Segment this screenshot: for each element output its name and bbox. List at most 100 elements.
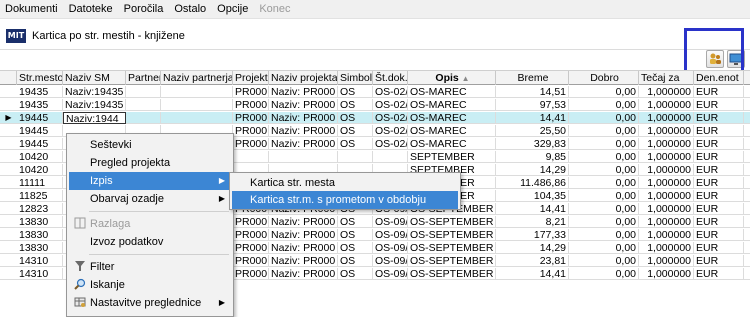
cell-breme[interactable]: 14,29 [496, 242, 569, 254]
cell-tecaj[interactable]: 1,000000 [639, 216, 694, 228]
cell-partner[interactable] [126, 99, 161, 111]
col-str-mesto[interactable]: Str.mesto [17, 71, 63, 85]
cell-den[interactable]: EUR [694, 125, 744, 137]
cell-projekt[interactable]: PR000 [233, 86, 269, 98]
col-dobro[interactable]: Dobro [569, 71, 639, 85]
cell-sm[interactable]: 19445 [17, 138, 63, 150]
cell-stdok[interactable]: OS-09/ [373, 255, 408, 267]
cell-tecaj[interactable]: 1,000000 [639, 268, 694, 280]
col-naziv-sm[interactable]: Naziv SM [63, 71, 126, 85]
cell-dobro[interactable]: 0,00 [569, 151, 639, 163]
cell-sm[interactable]: 19435 [17, 86, 63, 98]
cell-opis[interactable]: OS-MAREC [408, 112, 496, 124]
cell-breme[interactable]: 329,83 [496, 138, 569, 150]
cell-den[interactable]: EUR [694, 177, 744, 189]
cell-breme[interactable]: 104,35 [496, 190, 569, 202]
cell-dobro[interactable]: 0,00 [569, 138, 639, 150]
cell-dobro[interactable]: 0,00 [569, 112, 639, 124]
cell-projekt[interactable]: PR000 [233, 138, 269, 150]
cell-sm[interactable]: 19445 [17, 125, 63, 137]
cell-breme[interactable]: 9,85 [496, 151, 569, 163]
ctx-razlaga[interactable]: Razlaga [69, 215, 231, 233]
cell-partner[interactable] [126, 86, 161, 98]
cell-naziv-partnerja[interactable] [161, 86, 233, 98]
cell-den[interactable]: EUR [694, 203, 744, 215]
cell-naziv-projekta[interactable]: Naziv: PR000 [269, 86, 338, 98]
cell-breme[interactable]: 14,41 [496, 112, 569, 124]
cell-projekt[interactable]: PR000 [233, 112, 269, 124]
col-breme[interactable]: Breme [496, 71, 569, 85]
ctx-izpis[interactable]: Izpis ▶ [69, 172, 231, 190]
cell-opis[interactable]: OS-MAREC [408, 86, 496, 98]
col-tecaj[interactable]: Tečaj za [639, 71, 694, 85]
cell-naziv-projekta[interactable] [269, 151, 338, 163]
cell-simbol[interactable]: OS [338, 125, 373, 137]
cell-tecaj[interactable]: 1,000000 [639, 229, 694, 241]
cell-breme[interactable]: 177,33 [496, 229, 569, 241]
col-naziv-projekta[interactable]: Naziv projekta [269, 71, 338, 85]
cell-opis[interactable]: OS-SEPTEMBER [408, 242, 496, 254]
cell-dobro[interactable]: 0,00 [569, 216, 639, 228]
cell-naziv-sm[interactable]: Naziv:19435 [63, 99, 126, 111]
cell-sm[interactable]: 10420 [17, 164, 63, 176]
cell-stdok[interactable]: OS-09/ [373, 242, 408, 254]
cell-simbol[interactable] [338, 151, 373, 163]
cell-den[interactable]: EUR [694, 138, 744, 150]
cell-naziv-partnerja[interactable] [161, 99, 233, 111]
cell-naziv-sm[interactable]: Naziv:1944 [63, 112, 126, 124]
cell-sm[interactable]: 19435 [17, 99, 63, 111]
cell-den[interactable]: EUR [694, 151, 744, 163]
cell-sm[interactable]: 11825 [17, 190, 63, 202]
cell-stdok[interactable]: OS-02/ [373, 125, 408, 137]
cell-breme[interactable]: 14,41 [496, 203, 569, 215]
cell-simbol[interactable]: OS [338, 268, 373, 280]
cell-tecaj[interactable]: 1,000000 [639, 164, 694, 176]
cell-naziv-projekta[interactable]: Naziv: PR000 [269, 125, 338, 137]
cell-projekt[interactable] [233, 151, 269, 163]
cell-stdok[interactable]: OS-09/ [373, 229, 408, 241]
cell-opis[interactable]: OS-SEPTEMBER [408, 229, 496, 241]
ctx-nastavitve-preglednice[interactable]: Nastavitve preglednice ▶ [69, 294, 231, 312]
cell-projekt[interactable]: PR000 [233, 242, 269, 254]
cell-stdok[interactable]: OS-02/ [373, 112, 408, 124]
menu-datoteke[interactable]: Datoteke [64, 0, 119, 19]
cell-tecaj[interactable]: 1,000000 [639, 86, 694, 98]
cell-naziv-projekta[interactable]: Naziv: PR000 [269, 99, 338, 111]
cell-stdok[interactable]: OS-09/ [373, 268, 408, 280]
cell-naziv-projekta[interactable]: Naziv: PR000 [269, 138, 338, 150]
cell-stdok[interactable]: OS-02/ [373, 99, 408, 111]
cell-naziv-projekta[interactable]: Naziv: PR000 [269, 268, 338, 280]
cell-den[interactable]: EUR [694, 229, 744, 241]
cell-breme[interactable]: 14,51 [496, 86, 569, 98]
cell-dobro[interactable]: 0,00 [569, 164, 639, 176]
menu-opcije[interactable]: Opcije [212, 0, 254, 19]
cell-tecaj[interactable]: 1,000000 [639, 112, 694, 124]
cell-naziv-partnerja[interactable] [161, 112, 233, 124]
cell-tecaj[interactable]: 1,000000 [639, 138, 694, 150]
table-row[interactable]: ▶ 19445 Naziv:1944 PR000 Naziv: PR000 OS OS-02… [0, 112, 750, 124]
cell-den[interactable]: EUR [694, 242, 744, 254]
cell-breme[interactable]: 11.486,86 [496, 177, 569, 189]
cell-projekt[interactable]: PR000 [233, 255, 269, 267]
cell-tecaj[interactable]: 1,000000 [639, 203, 694, 215]
cell-projekt[interactable]: PR000 [233, 99, 269, 111]
cell-sm[interactable]: 14310 [17, 268, 63, 280]
cell-opis[interactable]: OS-SEPTEMBER [408, 255, 496, 267]
cell-opis[interactable]: OS-SEPTEMBER [408, 268, 496, 280]
cell-den[interactable]: EUR [694, 86, 744, 98]
cell-breme[interactable]: 8,21 [496, 216, 569, 228]
menu-ostalo[interactable]: Ostalo [169, 0, 212, 19]
cell-partner[interactable] [126, 112, 161, 124]
cell-breme[interactable]: 14,29 [496, 164, 569, 176]
cell-simbol[interactable]: OS [338, 99, 373, 111]
cell-breme[interactable]: 97,53 [496, 99, 569, 111]
cell-dobro[interactable]: 0,00 [569, 190, 639, 202]
cell-den[interactable]: EUR [694, 112, 744, 124]
cell-sm[interactable]: 12823 [17, 203, 63, 215]
cell-opis[interactable]: OS-MAREC [408, 125, 496, 137]
cell-simbol[interactable]: OS [338, 86, 373, 98]
cell-dobro[interactable]: 0,00 [569, 203, 639, 215]
col-naziv-partnerja[interactable]: Naziv partnerja [161, 71, 233, 85]
cell-naziv-projekta[interactable]: Naziv: PR000 [269, 229, 338, 241]
cell-projekt[interactable]: PR000 [233, 216, 269, 228]
